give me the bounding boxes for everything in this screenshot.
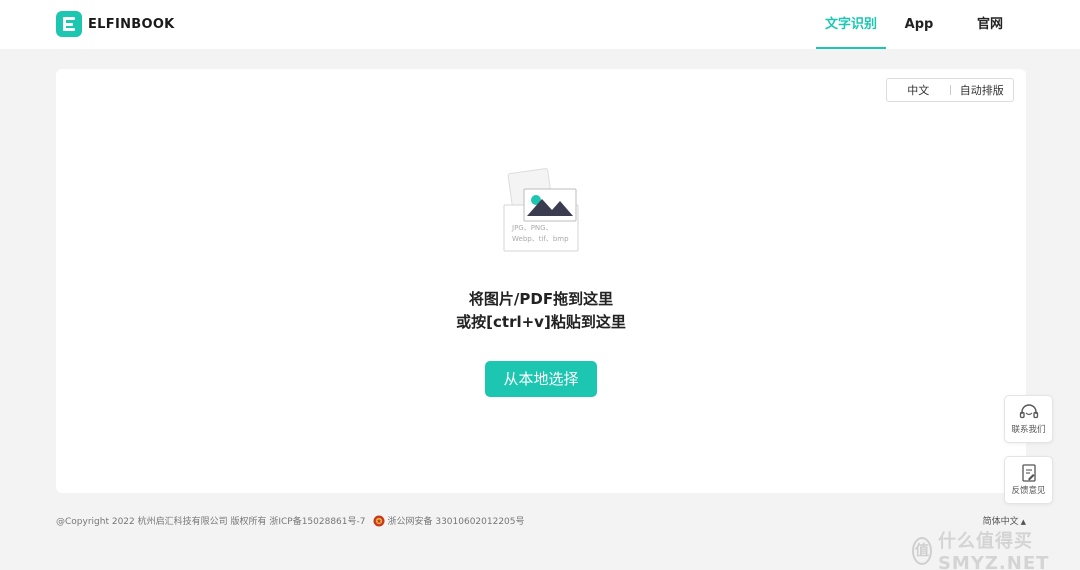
drop-hint-line2: 或按[ctrl+v]粘贴到这里 xyxy=(456,313,626,331)
watermark-text: 什么值得买 SMYZ.NET xyxy=(937,531,1050,570)
nav-item-app[interactable]: App xyxy=(897,0,941,49)
contact-us-label: 联系我们 xyxy=(1011,425,1046,435)
brand-name: ELFINBOOK xyxy=(88,16,175,32)
feedback-button[interactable]: 反馈意见 xyxy=(1004,456,1053,504)
site-watermark: 值 什么值得买 SMYZ.NET xyxy=(912,527,1080,570)
format-text-line2: Webp、tif、bmp xyxy=(512,235,569,243)
police-badge-icon xyxy=(373,515,385,526)
options-toggle: 中文 自动排版 xyxy=(886,78,1014,102)
format-text-line1: JPG、PNG、 xyxy=(511,224,553,232)
feedback-label: 反馈意见 xyxy=(1011,486,1046,496)
drop-hint-line1: 将图片/PDF拖到这里 xyxy=(468,290,614,308)
copyright-text: @Copyright 2022 杭州启汇科技有限公司 版权所有 浙ICP备150… xyxy=(56,517,366,527)
headset-icon xyxy=(1019,404,1038,419)
contact-us-button[interactable]: 联系我们 xyxy=(1004,395,1053,443)
nav-item-official-site[interactable]: 官网 xyxy=(968,0,1012,49)
nav-item-text-recognition[interactable]: 文字识别 xyxy=(816,0,886,49)
police-record-link[interactable]: 浙公网安备 33010602012205号 xyxy=(387,514,524,527)
image-upload-icon: JPG、PNG、 Webp、tif、bmp xyxy=(503,168,579,252)
language-selector[interactable]: 简体中文 ▲ xyxy=(983,514,1026,527)
upload-card[interactable]: 中文 自动排版 JPG、PNG、 Webp、tif、bmp 将图片/PDF拖到这… xyxy=(56,69,1026,493)
select-local-file-button[interactable]: 从本地选择 xyxy=(485,361,597,397)
auto-layout-option[interactable]: 自动排版 xyxy=(951,82,1014,98)
footer-copyright: @Copyright 2022 杭州启汇科技有限公司 版权所有 浙ICP备150… xyxy=(56,514,525,527)
watermark-logo-icon: 值 xyxy=(912,536,932,565)
language-selector-label: 简体中文 xyxy=(982,517,1019,527)
elfinbook-logo-icon xyxy=(56,11,82,37)
brand-logo[interactable]: ELFINBOOK xyxy=(56,11,175,37)
top-header: ELFINBOOK 文字识别 App 官网 xyxy=(0,0,1080,49)
language-option[interactable]: 中文 xyxy=(887,82,950,98)
edit-note-icon xyxy=(1021,464,1036,482)
caret-up-icon: ▲ xyxy=(1020,518,1026,526)
